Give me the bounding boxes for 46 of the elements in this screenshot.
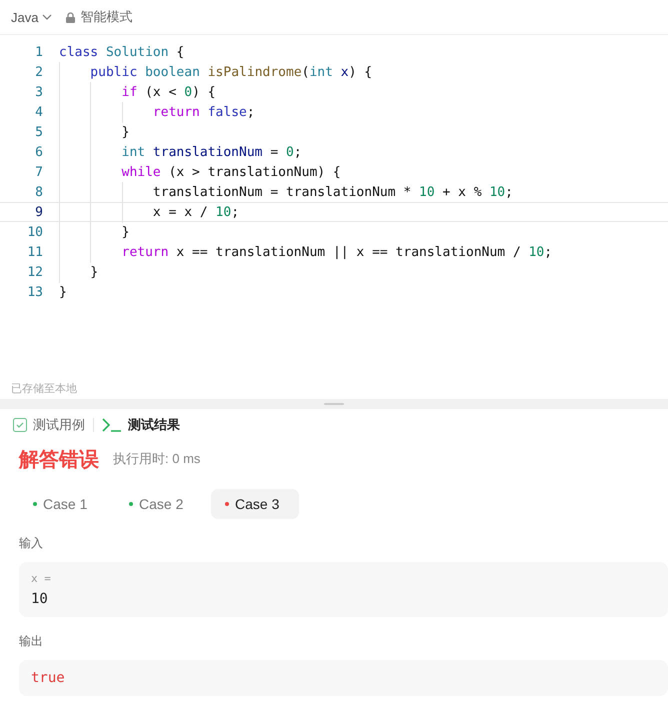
line-number: 2 bbox=[34, 64, 43, 80]
case-tab[interactable]: Case 2 bbox=[115, 489, 203, 519]
terminal-icon bbox=[102, 418, 122, 432]
code-line: while (x > translationNum) { bbox=[59, 164, 341, 180]
code-line: } bbox=[59, 264, 98, 280]
panel-tab[interactable]: 测试用例 bbox=[13, 416, 85, 434]
language-dropdown[interactable]: Java bbox=[11, 10, 52, 24]
panel-tab[interactable]: 测试结果 bbox=[102, 416, 180, 434]
verdict: 解答错误 bbox=[19, 448, 99, 472]
chevron-down-icon bbox=[42, 14, 52, 20]
code-line: } bbox=[59, 124, 130, 140]
case-tab[interactable]: Case 1 bbox=[19, 489, 107, 519]
line-number: 10 bbox=[26, 224, 43, 240]
output-value: true bbox=[31, 670, 66, 686]
line-number: 1 bbox=[34, 44, 43, 60]
code-line: int translationNum = 0; bbox=[59, 144, 302, 160]
mode-label: 智能模式 bbox=[80, 8, 132, 26]
line-number: 5 bbox=[34, 124, 43, 140]
line-number: 12 bbox=[26, 264, 43, 280]
code-line: return x == translationNum || x == translationNum / 10; bbox=[59, 244, 552, 260]
code-line: translationNum = translationNum * 10 + x % 10; bbox=[59, 184, 513, 200]
code-line: return false; bbox=[59, 104, 255, 120]
checkbox-icon bbox=[13, 418, 27, 432]
code-line: class Solution { bbox=[59, 44, 184, 60]
line-number: 8 bbox=[34, 184, 43, 200]
input-label: 输入 bbox=[19, 535, 44, 552]
save-status: 已存储至本地 bbox=[11, 382, 77, 396]
case-tab[interactable]: Case 3 bbox=[211, 489, 299, 519]
line-number: 4 bbox=[34, 104, 43, 120]
runtime: 执行用时: 0 ms bbox=[113, 450, 200, 468]
output-label: 输出 bbox=[19, 633, 44, 650]
lock-icon bbox=[66, 12, 76, 22]
code-line: if (x < 0) { bbox=[59, 84, 216, 100]
line-number: 6 bbox=[34, 144, 43, 160]
variable-name: x = bbox=[31, 572, 52, 585]
line-number: 13 bbox=[26, 284, 43, 300]
line-number: 11 bbox=[26, 244, 43, 260]
code-line: public boolean isPalindrome(int x) { bbox=[59, 64, 372, 80]
line-number: 3 bbox=[34, 84, 43, 100]
input-value: 10 bbox=[31, 591, 49, 607]
code-line: x = x / 10; bbox=[59, 204, 240, 220]
line-number: 9 bbox=[34, 204, 43, 220]
line-number: 7 bbox=[34, 164, 43, 180]
resize-handle[interactable] bbox=[324, 403, 344, 405]
code-line: } bbox=[59, 284, 67, 300]
code-line: } bbox=[59, 224, 130, 240]
